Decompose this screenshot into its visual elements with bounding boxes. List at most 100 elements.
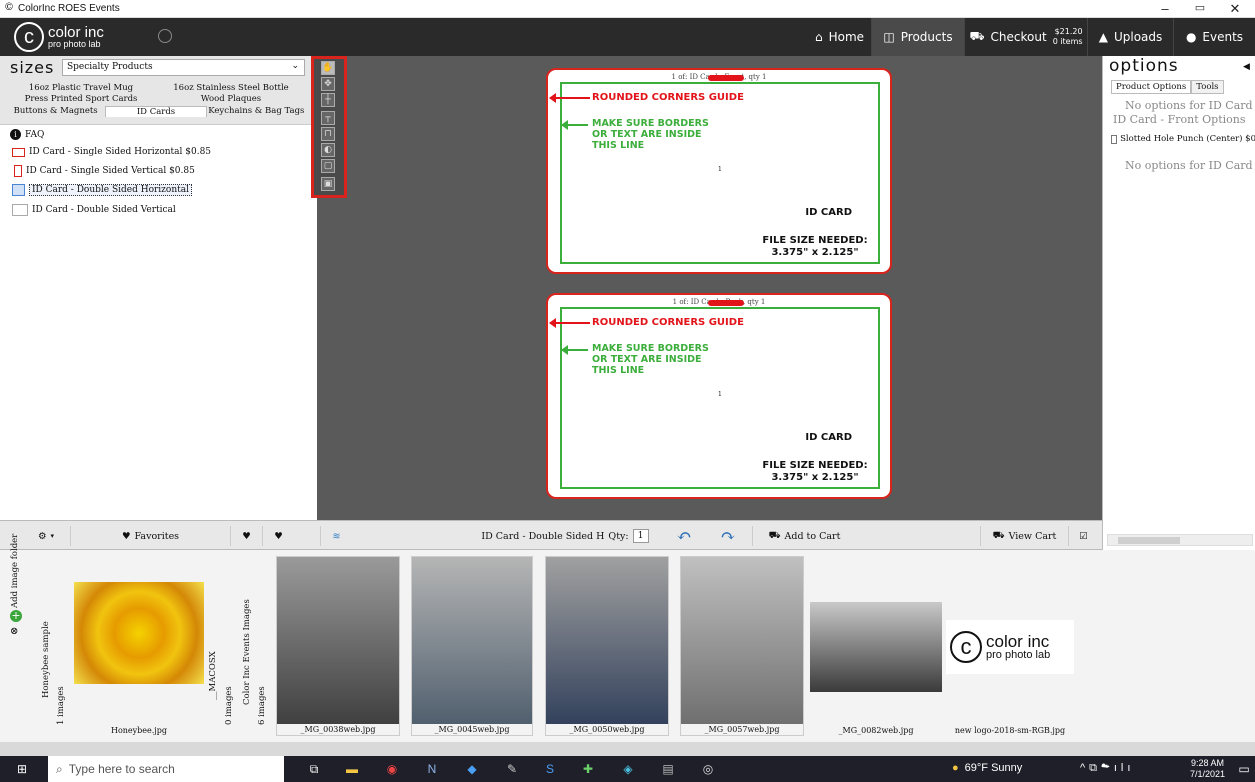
slotted-hole-punch-option[interactable]: Slotted Hole Punch (Center) $0 — [1111, 134, 1255, 144]
product-item-double-vertical[interactable]: ID Card - Double Sided Vertical — [12, 204, 176, 216]
horizontal-scrollbar[interactable] — [1107, 534, 1253, 546]
app-icon-pen[interactable]: ✎ — [504, 761, 520, 777]
thumb-mg-0050[interactable]: _MG_0050web.jpg — [545, 556, 669, 736]
collapse-icon[interactable]: ◀ — [1243, 62, 1250, 72]
lock-tool-icon[interactable]: ⊓ — [321, 127, 335, 141]
gear-icon: ⚙ — [37, 530, 47, 542]
color-inc-logo: c color inc pro photo lab — [14, 22, 104, 52]
rounded-corner-marker — [708, 75, 744, 81]
frame-tool-icon[interactable]: ▢ — [321, 159, 335, 173]
faq-item[interactable]: i FAQ — [10, 129, 44, 140]
bottom-toolbar: ⚙ ▾ ♥ Favorites ♥ ♥ ≋ ID Card - Double Sid… — [0, 520, 1102, 550]
redo-button[interactable]: ↷ — [708, 525, 748, 547]
chrome-icon[interactable]: ◉ — [384, 761, 400, 777]
logo-line1: color inc — [986, 632, 1050, 651]
hand-tool-icon[interactable]: ✋ — [321, 61, 335, 75]
clock[interactable]: 9:28 AM 7/1/2021 — [1190, 758, 1225, 780]
crop-tool-icon[interactable]: ▣ — [321, 177, 335, 191]
category-value: Specialty Products — [67, 62, 153, 72]
heart-plus-icon: ♥ — [242, 530, 251, 542]
tab-plastic-mug[interactable]: 16oz Plastic Travel Mug — [6, 83, 156, 94]
app-icon-n[interactable]: N — [424, 761, 440, 777]
qty-input[interactable]: 1 — [632, 529, 649, 543]
product-item-single-horizontal[interactable]: ID Card - Single Sided Horizontal $0.85 — [12, 147, 211, 157]
tab-tools[interactable]: Tools — [1191, 80, 1224, 94]
tab-wood-plaques[interactable]: Wood Plaques — [156, 94, 306, 105]
events-button[interactable]: ● Events — [1173, 18, 1255, 56]
horizontal-card-icon — [12, 147, 25, 157]
tab-buttons-magnets[interactable]: Buttons & Magnets — [6, 106, 105, 117]
checkout-button[interactable]: ⛟ Checkout $21.20 0 items — [964, 18, 1087, 56]
products-label: Products — [900, 30, 953, 44]
uploads-button[interactable]: ▲ Uploads — [1087, 18, 1173, 56]
taskbar-search[interactable]: ⌕ Type here to search — [48, 756, 284, 782]
add-icon[interactable]: + — [10, 610, 22, 622]
category-select[interactable]: Specialty Products ⌄ — [62, 59, 305, 76]
system-tray-icons[interactable]: ^⧉☁ılı — [1080, 762, 1134, 775]
thumb-mg-0045[interactable]: _MG_0045web.jpg — [411, 556, 533, 736]
product-item-double-horizontal[interactable]: ID Card - Double Sided Horizontal — [12, 184, 192, 196]
tab-sport-cards[interactable]: Press Printed Sport Cards — [6, 94, 156, 105]
view-cart-button[interactable]: ⛟ View Cart — [980, 526, 1068, 546]
tab-product-options[interactable]: Product Options — [1111, 80, 1192, 94]
tab-id-cards[interactable]: ID Cards — [105, 106, 207, 117]
app-icon-photo[interactable]: ◈ — [620, 761, 636, 777]
undo-icon: ↶ — [676, 525, 692, 547]
weather-widget[interactable]: ● 69°F Sunny — [952, 762, 1022, 774]
thumb-mg-0057[interactable]: _MG_0057web.jpg — [680, 556, 804, 736]
checkbox[interactable] — [1111, 134, 1118, 144]
notifications-icon[interactable]: ▭ — [1236, 761, 1252, 777]
app-icon-blue[interactable]: ◆ — [464, 761, 480, 777]
tab-steel-bottle[interactable]: 16oz Stainless Steel Bottle — [156, 83, 306, 94]
green-arrow-icon — [561, 120, 588, 130]
layers-icon: ≋ — [332, 530, 341, 542]
undo-button[interactable]: ↶ — [664, 525, 704, 547]
id-card-back[interactable]: 1 of: ID Card - Back, qty 1 ROUNDED CORN… — [546, 293, 892, 499]
layers-button[interactable]: ≋ — [320, 526, 352, 546]
double-vertical-card-icon — [12, 204, 28, 216]
thumb-mg-0038[interactable]: _MG_0038web.jpg — [276, 556, 400, 736]
redo-icon: ↷ — [720, 525, 736, 547]
skype-icon[interactable]: S — [542, 761, 558, 777]
sun-icon: ● — [952, 762, 959, 774]
confirm-button[interactable]: ☑ — [1068, 526, 1098, 546]
loading-spinner-icon — [158, 29, 172, 43]
app-icon-globe[interactable]: ✚ — [580, 761, 596, 777]
roes-app-icon[interactable]: ◎ — [700, 761, 716, 777]
folder-honeybee-name: Honeybee sample — [41, 621, 51, 698]
heart-icon: ♥ — [121, 530, 131, 542]
favorites-button[interactable]: ♥ Favorites — [70, 526, 230, 546]
zoom-slider-icon[interactable]: ┼ — [321, 93, 335, 107]
upload-icon: ▲ — [1098, 30, 1108, 44]
id-card-front[interactable]: 1 of: ID Card - Front, qty 1 ROUNDED COR… — [546, 68, 892, 274]
remove-icon[interactable]: ⊗ — [10, 626, 22, 637]
rotate-tool-icon[interactable]: ┬ — [321, 111, 335, 125]
settings-menu-button[interactable]: ⚙ ▾ — [28, 526, 64, 546]
file-size-note: FILE SIZE NEEDED: 3.375" x 2.125" — [762, 460, 868, 483]
app-icon-folder[interactable]: ▤ — [660, 761, 676, 777]
add-folder-area[interactable]: + ⊗ — [10, 610, 22, 637]
checkout-items: 0 items — [1052, 37, 1083, 46]
remove-favorite-button[interactable]: ♥ — [262, 526, 294, 546]
maximize-button[interactable]: ▭ — [1185, 1, 1215, 14]
home-button[interactable]: ⌂ Home — [808, 18, 871, 56]
rounded-corners-guide: ROUNDED CORNERS GUIDE — [592, 92, 744, 103]
thumb-honeybee[interactable]: Honeybee.jpg — [72, 556, 206, 736]
heart-arrow-icon: ♥ — [274, 530, 283, 542]
minimize-button[interactable]: – — [1150, 1, 1180, 16]
tab-keychains[interactable]: Keychains & Bag Tags — [207, 106, 306, 117]
task-view-icon[interactable]: ⧉ — [306, 761, 322, 777]
color-tool-icon[interactable]: ◐ — [321, 143, 335, 157]
close-button[interactable]: ✕ — [1220, 1, 1250, 17]
windows-start-icon[interactable]: ⊞ — [14, 761, 30, 777]
add-to-cart-button[interactable]: ⛟ Add to Cart — [752, 526, 856, 546]
move-tool-icon[interactable]: ✥ — [321, 77, 335, 91]
file-explorer-icon[interactable]: ▬ — [344, 761, 360, 777]
green-arrow-icon — [561, 345, 588, 355]
thumb-logo[interactable]: c color inc pro photo lab new logo-2018-… — [944, 556, 1076, 736]
product-item-single-vertical[interactable]: ID Card - Single Sided Vertical $0.85 — [14, 165, 195, 177]
add-favorite-button[interactable]: ♥ — [230, 526, 262, 546]
folder-honeybee-count: 1 images — [56, 686, 66, 725]
products-button[interactable]: ◫ Products — [871, 18, 964, 56]
thumb-mg-0082[interactable]: _MG_0082web.jpg — [810, 556, 942, 736]
